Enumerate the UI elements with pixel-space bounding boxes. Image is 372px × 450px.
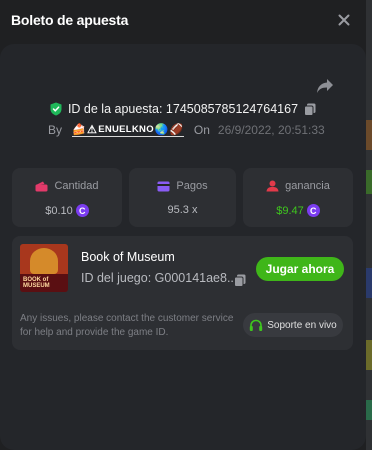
- globe-icon: 🌏: [154, 123, 169, 136]
- bet-date: 26/9/2022, 20:51:33: [217, 123, 325, 137]
- copy-icon[interactable]: [304, 103, 316, 116]
- headset-icon: [250, 319, 263, 331]
- card-icon: [157, 181, 170, 191]
- bet-id: ID de la apuesta: 1745085785124764167: [67, 102, 299, 116]
- live-support-button[interactable]: Soporte en vivo: [243, 313, 343, 337]
- close-icon[interactable]: [336, 12, 352, 28]
- notice-text: Any issues, please contact the customer …: [20, 313, 234, 338]
- coin-icon: C: [306, 204, 320, 217]
- modal-title: Boleto de apuesta: [11, 12, 129, 28]
- stat-amount-value: $0.10: [45, 204, 73, 217]
- coin-icon: C: [75, 204, 89, 217]
- stat-amount: Cantidad $0.10 C: [12, 168, 122, 227]
- username-link[interactable]: 🍰 ⚠ ENUELKNO 🌏 🏈: [72, 124, 184, 137]
- live-support-label: Soporte en vivo: [267, 319, 337, 331]
- game-card: BOOK of MUSEUM Book of Museum ID del jue…: [12, 236, 353, 350]
- on-label: On: [193, 123, 210, 137]
- game-thumbnail[interactable]: BOOK of MUSEUM: [20, 244, 68, 292]
- profit-icon: [266, 180, 279, 192]
- game-name: Book of Museum: [81, 250, 175, 264]
- warning-icon: ⚠: [87, 123, 98, 136]
- modal-header: Boleto de apuesta: [0, 0, 366, 42]
- background-strip: [366, 0, 372, 450]
- play-now-button[interactable]: Jugar ahora: [256, 257, 344, 281]
- thumbnail-caption: BOOK of MUSEUM: [23, 277, 50, 289]
- by-label: By: [48, 123, 63, 137]
- stat-payout-value: 95.3 x: [167, 204, 198, 216]
- bet-author-row: By 🍰 ⚠ ENUELKNO 🌏 🏈 On 26/9/2022, 20:51:33: [48, 121, 325, 139]
- support-notice: Any issues, please contact the customer …: [20, 312, 240, 340]
- cake-icon: 🍰: [72, 123, 87, 136]
- share-icon[interactable]: [316, 78, 334, 94]
- stat-amount-label: Cantidad: [54, 180, 99, 192]
- wallet-icon: [35, 181, 48, 191]
- username: ENUELKNO: [98, 123, 154, 135]
- game-id: ID del juego: G000141ae8...: [81, 271, 238, 285]
- bet-slip-modal: Boleto de apuesta ID de la apuesta: 1745…: [0, 0, 366, 450]
- stat-payout-label: Pagos: [176, 180, 208, 192]
- football-icon: 🏈: [169, 123, 184, 136]
- copy-icon[interactable]: [234, 274, 246, 287]
- stat-payout: Pagos 95.3 x: [129, 168, 236, 227]
- stat-profit-value: $9.47: [276, 204, 304, 217]
- stat-profit-label: ganancia: [285, 180, 330, 192]
- bet-id-row: ID de la apuesta: 1745085785124764167: [0, 100, 366, 118]
- shield-check-icon: [50, 102, 62, 116]
- stat-profit: ganancia $9.47 C: [243, 168, 353, 227]
